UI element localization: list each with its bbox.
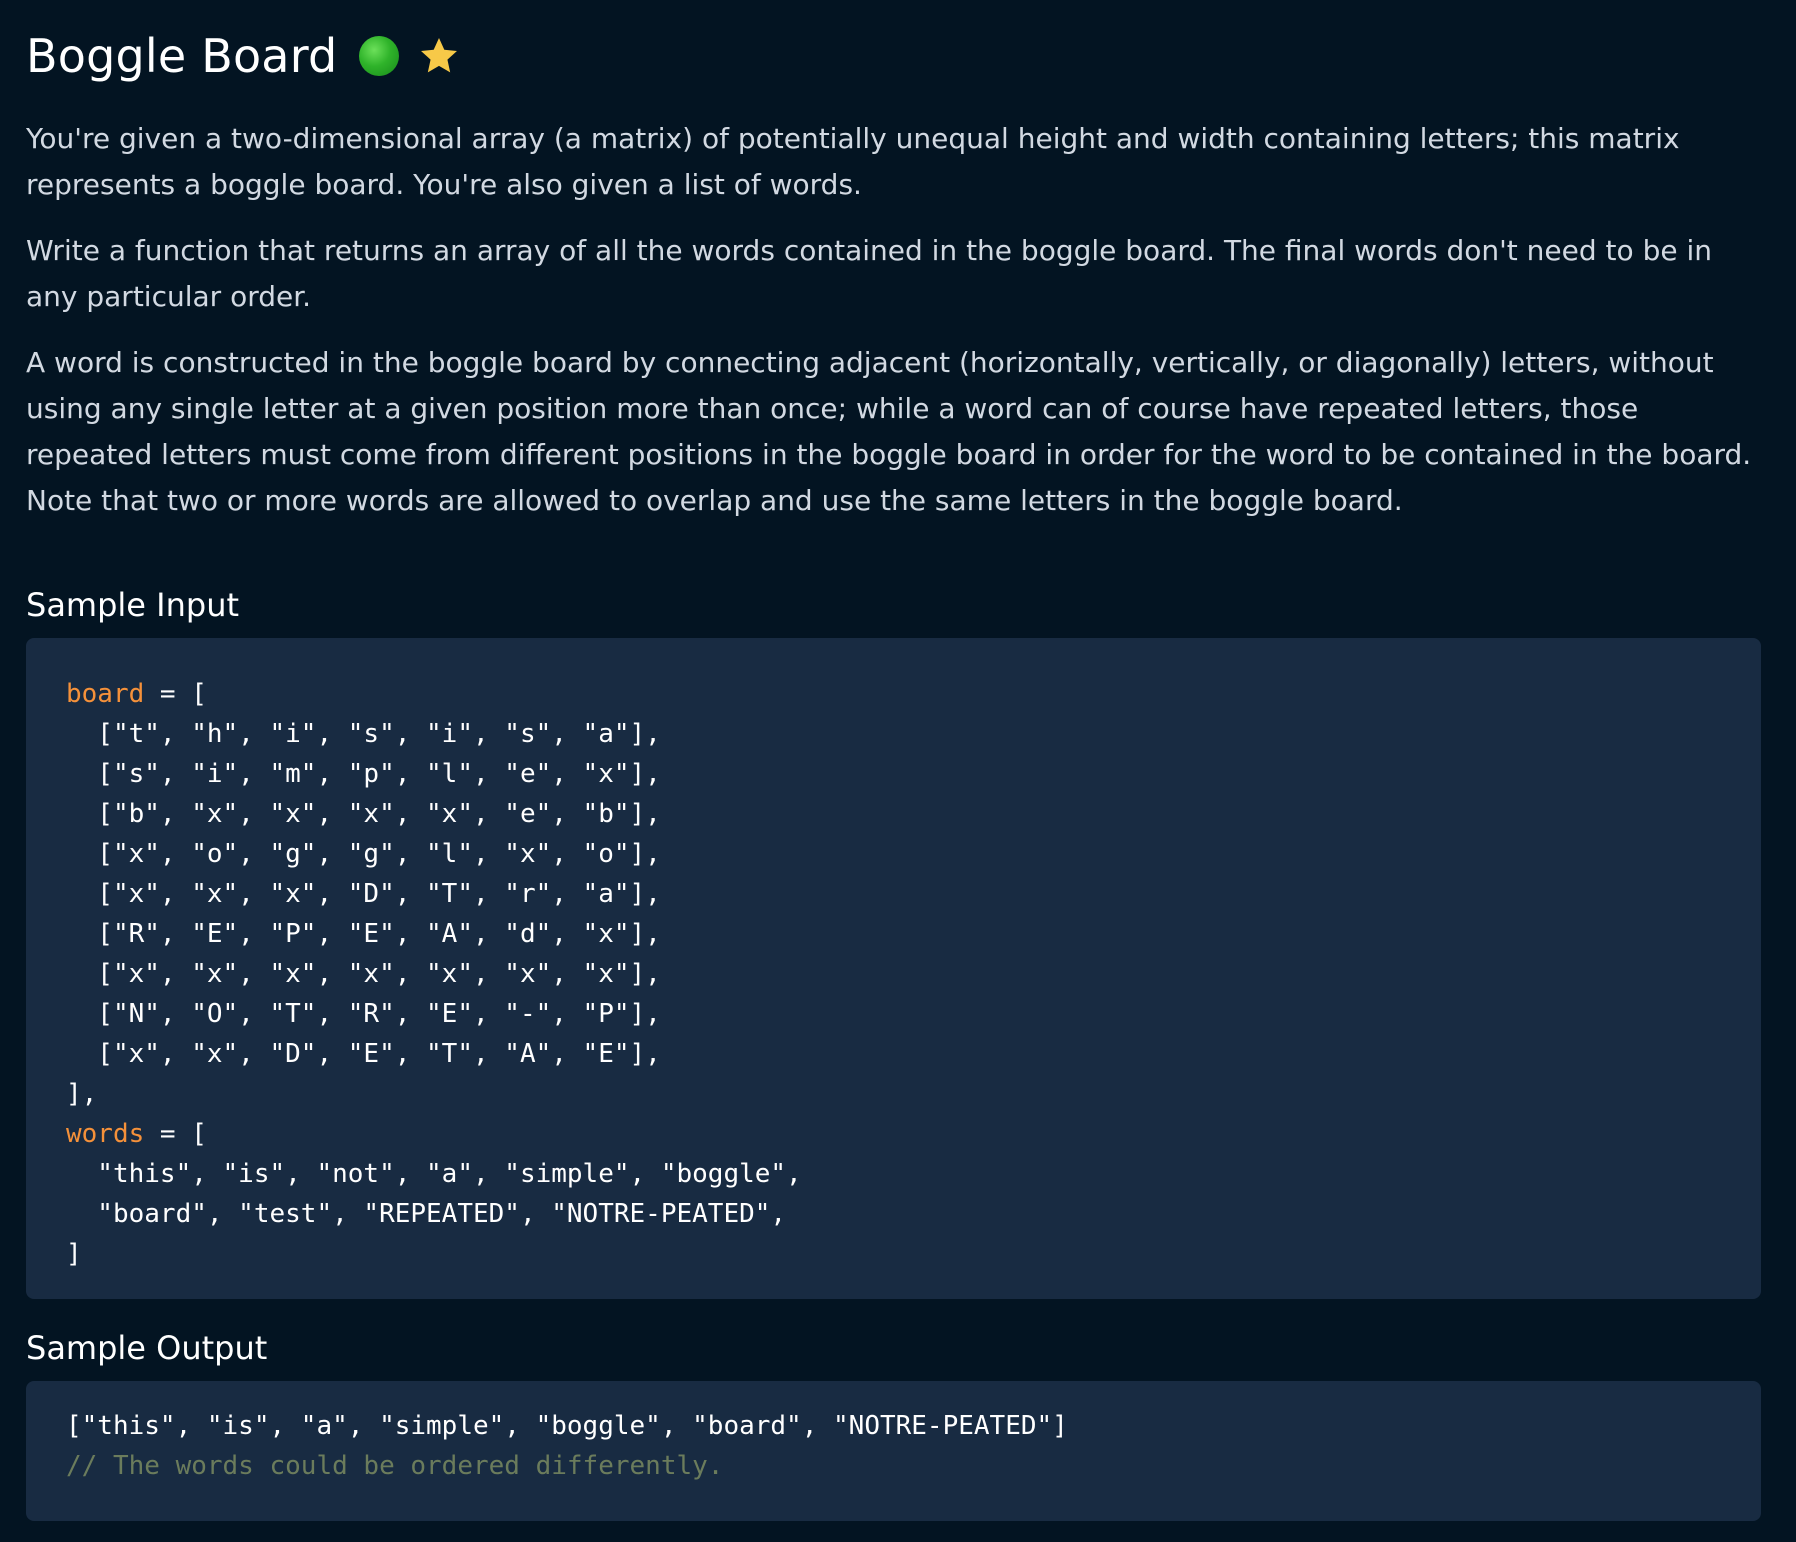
board-open: = [	[144, 679, 207, 709]
board-row: ["s", "i", "m", "p", "l", "e", "x"],	[66, 759, 661, 789]
board-row: ["x", "o", "g", "g", "l", "x", "o"],	[66, 839, 661, 869]
board-row: ["x", "x", "D", "E", "T", "A", "E"],	[66, 1039, 661, 1069]
words-variable: words	[66, 1119, 145, 1149]
code-line: board = [	[66, 674, 1721, 714]
description-paragraph-1: You're given a two-dimensional array (a …	[26, 122, 1680, 201]
description-paragraph-2: Write a function that returns an array o…	[26, 234, 1712, 313]
output-comment: // The words could be ordered differentl…	[66, 1451, 724, 1481]
words-open: = [	[144, 1119, 207, 1149]
board-close: ],	[66, 1079, 98, 1109]
sample-input-code-block: board = [ ["t", "h", "i", "s", "i", "s",…	[26, 638, 1761, 1299]
board-variable: board	[66, 679, 145, 709]
title-row: Boggle Board	[26, 26, 1761, 86]
star-icon[interactable]	[417, 34, 461, 78]
board-row: ["t", "h", "i", "s", "i", "s", "a"],	[66, 719, 661, 749]
description-paragraph-3: A word is constructed in the boggle boar…	[26, 346, 1752, 517]
board-row: ["x", "x", "x", "D", "T", "r", "a"],	[66, 879, 661, 909]
sample-output-code-block: ["this", "is", "a", "simple", "boggle", …	[26, 1381, 1761, 1521]
words-row: "board", "test", "REPEATED", "NOTRE-PEAT…	[66, 1199, 787, 1229]
words-row: "this", "is", "not", "a", "simple", "bog…	[66, 1159, 802, 1189]
sample-input-heading: Sample Input	[26, 586, 240, 624]
code-line: words = [	[66, 1114, 1721, 1154]
board-row: ["N", "O", "T", "R", "E", "-", "P"],	[66, 999, 661, 1029]
difficulty-indicator-icon	[359, 36, 400, 76]
board-row: ["x", "x", "x", "x", "x", "x", "x"],	[66, 959, 661, 989]
board-row: ["R", "E", "P", "E", "A", "d", "x"],	[66, 919, 661, 949]
board-row: ["b", "x", "x", "x", "x", "e", "b"],	[66, 799, 661, 829]
sample-output-heading: Sample Output	[26, 1329, 268, 1367]
words-close: ]	[66, 1239, 82, 1269]
problem-title: Boggle Board	[26, 29, 338, 83]
output-result: ["this", "is", "a", "simple", "boggle", …	[66, 1411, 1068, 1441]
problem-page: Boggle Board You're given a two-dimensio…	[26, 0, 1761, 1521]
